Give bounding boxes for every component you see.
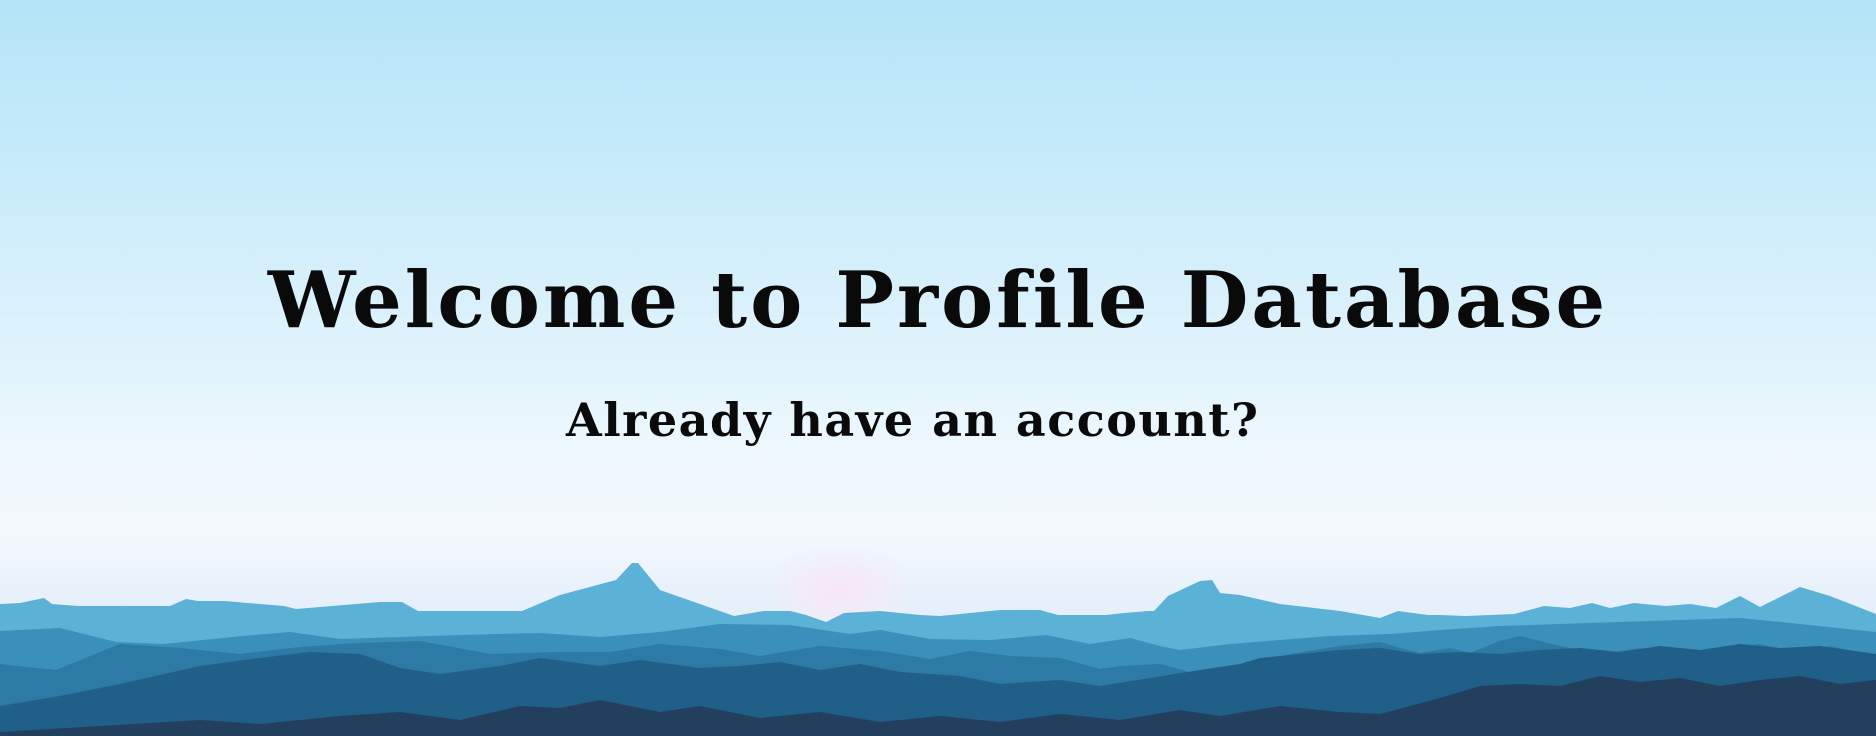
login-prompt-text: Already have an account?: [566, 393, 1260, 447]
hero-section: Welcome to Profile Database Already have…: [0, 0, 1876, 736]
mountain-landscape-illustration: [0, 563, 1876, 736]
page-title: Welcome to Profile Database: [267, 255, 1609, 346]
